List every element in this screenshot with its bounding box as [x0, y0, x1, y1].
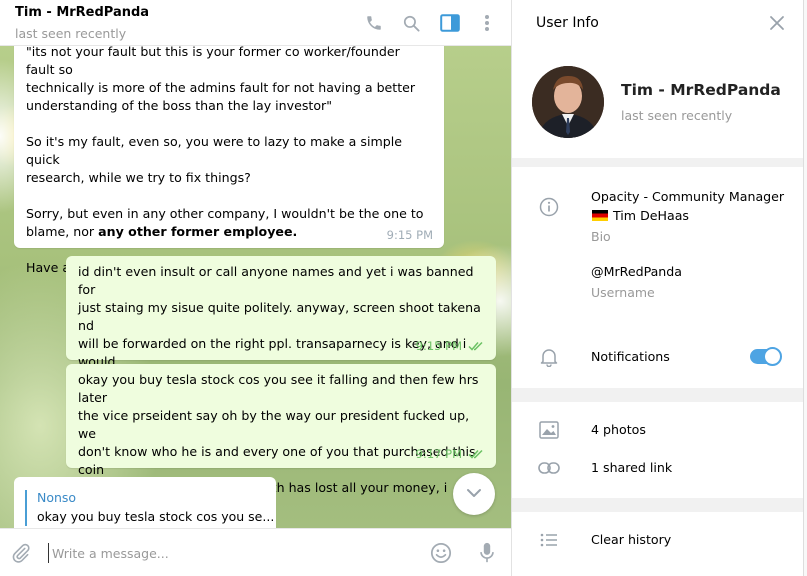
- message-incoming[interactable]: "its not your fault but this is your for…: [14, 46, 444, 275]
- details-card: Opacity - Community Manager Tim DeHaas B…: [512, 167, 804, 388]
- window-edge: [803, 0, 807, 576]
- emoji-icon[interactable]: [428, 540, 454, 566]
- scroll-down-button[interactable]: [453, 473, 495, 515]
- list-icon: [538, 529, 560, 551]
- chat-pane: Tim - MrRedPanda last seen recently "its…: [0, 0, 511, 576]
- avatar[interactable]: [532, 66, 604, 138]
- message-text-bold: any other former employee.: [98, 224, 298, 239]
- shared-links-link[interactable]: 1 shared link: [591, 460, 672, 475]
- bio-line: Opacity - Community Manager: [591, 189, 785, 204]
- chat-title[interactable]: Tim - MrRedPanda: [15, 5, 149, 20]
- reply-quote: okay you buy tesla stock cos you se...: [37, 509, 275, 524]
- message-time: 9:15 PM: [386, 228, 433, 242]
- user-info-panel: User Info Tim - MrRedPanda last seen rec…: [511, 0, 807, 576]
- close-icon[interactable]: [766, 12, 788, 34]
- message-input[interactable]: [48, 543, 408, 563]
- composer: [0, 528, 511, 576]
- media-card: 4 photos 1 shared link: [512, 402, 804, 498]
- bio-line-2: Tim DeHaas: [592, 208, 689, 223]
- chevron-down-icon: [466, 487, 482, 502]
- message-time: 9:15 PM: [416, 337, 485, 356]
- photos-link[interactable]: 4 photos: [591, 422, 646, 437]
- reply-author: Nonso: [37, 490, 77, 505]
- reply-bar: [25, 490, 27, 526]
- microphone-icon[interactable]: [474, 540, 500, 566]
- more-menu-icon[interactable]: [474, 10, 500, 36]
- profile-card: Tim - MrRedPanda last seen recently: [512, 46, 804, 158]
- info-icon: [538, 196, 560, 218]
- profile-name: Tim - MrRedPanda: [621, 81, 781, 99]
- bio-label: Bio: [591, 229, 611, 244]
- message-time: 9:17 PM: [416, 445, 485, 464]
- chat-background: "its not your fault but this is your for…: [0, 46, 511, 528]
- double-check-icon: [468, 338, 485, 356]
- toggle-knob: [763, 347, 782, 366]
- message-text: "its not your fault but this is your for…: [26, 46, 424, 239]
- chat-status: last seen recently: [15, 26, 127, 41]
- clear-history-button[interactable]: Clear history: [591, 532, 671, 547]
- profile-status: last seen recently: [621, 108, 733, 123]
- info-header: User Info: [512, 0, 804, 46]
- message-outgoing[interactable]: okay you buy tesla stock cos you see it …: [66, 364, 496, 528]
- notifications-toggle[interactable]: [750, 347, 782, 366]
- link-icon: [538, 457, 560, 479]
- actions-card: Clear history: [512, 512, 804, 576]
- notifications-label: Notifications: [591, 349, 670, 364]
- double-check-icon: [468, 446, 485, 464]
- message-outgoing[interactable]: id din't even insult or call anyone name…: [66, 256, 496, 405]
- info-title: User Info: [536, 15, 599, 31]
- sidebar-toggle-icon[interactable]: [437, 10, 463, 36]
- chat-header: Tim - MrRedPanda last seen recently: [0, 0, 511, 46]
- username-value[interactable]: @MrRedPanda: [591, 264, 682, 279]
- photo-icon: [538, 419, 560, 441]
- attach-icon[interactable]: [8, 540, 34, 566]
- search-icon[interactable]: [398, 10, 424, 36]
- bell-icon: [538, 346, 560, 368]
- username-label: Username: [591, 285, 655, 300]
- phone-icon[interactable]: [361, 10, 387, 36]
- message-reply[interactable]: Nonso okay you buy tesla stock cos you s…: [14, 477, 276, 528]
- germany-flag-icon: [592, 210, 608, 221]
